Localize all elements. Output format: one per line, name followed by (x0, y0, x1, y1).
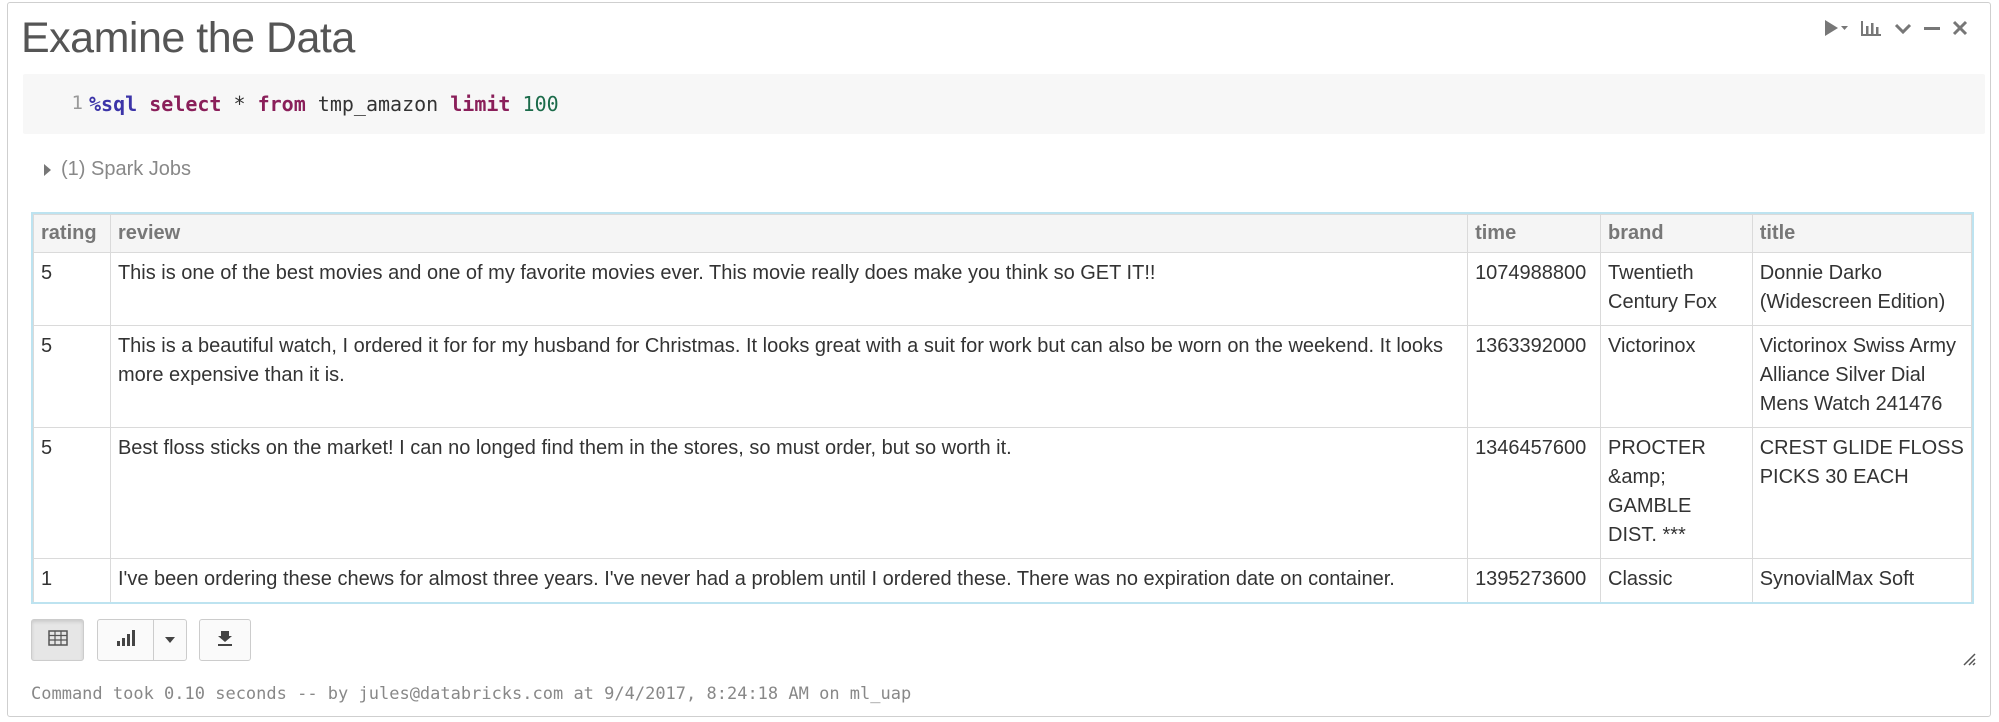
keyword-select: select (149, 92, 222, 116)
column-header-title[interactable]: title (1751, 214, 1972, 253)
resize-handle-icon[interactable] (1962, 652, 1976, 671)
plot-type-dropdown[interactable] (154, 620, 186, 660)
table-row: 5 Best floss sticks on the market! I can… (33, 427, 1972, 559)
chart-icon[interactable] (1859, 18, 1883, 38)
code-star: * (221, 92, 258, 116)
caret-right-icon (44, 163, 51, 176)
minimize-icon[interactable] (1923, 18, 1941, 38)
download-icon (216, 629, 234, 652)
table-icon (47, 629, 68, 651)
code-editor[interactable]: 1 %sql select * from tmp_amazon limit 10… (23, 74, 1985, 134)
table-header-row: rating review time brand title (33, 214, 1972, 253)
results-table-container[interactable]: rating review time brand title 5 This is… (31, 212, 1974, 604)
column-header-time[interactable]: time (1467, 214, 1601, 253)
table-name: tmp_amazon (305, 92, 451, 116)
cell-time: 1074988800 (1467, 252, 1601, 326)
cell-review: Best floss sticks on the market! I can n… (109, 427, 1469, 559)
close-icon[interactable] (1951, 18, 1969, 38)
cell-time: 1395273600 (1467, 558, 1601, 602)
column-header-review[interactable]: review (109, 214, 1469, 253)
keyword-limit: limit (450, 92, 511, 116)
cell-review: This is one of the best movies and one o… (109, 252, 1469, 326)
plot-button[interactable] (98, 620, 154, 660)
cell-rating: 5 (33, 252, 111, 326)
column-header-brand[interactable]: brand (1600, 214, 1753, 253)
caret-down-icon (164, 631, 176, 649)
download-button[interactable] (199, 619, 251, 661)
results-table: rating review time brand title 5 This is… (33, 214, 1972, 602)
code-line[interactable]: %sql select * from tmp_amazon limit 100 (89, 92, 559, 116)
cell-title: CREST GLIDE FLOSS PICKS 30 EACH (1751, 427, 1972, 559)
cell-review: This is a beautiful watch, I ordered it … (109, 325, 1469, 428)
command-status: Command took 0.10 seconds -- by jules@da… (31, 684, 912, 704)
run-icon[interactable] (1823, 18, 1849, 38)
spark-jobs-label: (1) Spark Jobs (61, 158, 192, 180)
cell-title: Donnie Darko (Widescreen Edition) (1751, 252, 1972, 326)
cell-title: Victorinox Swiss Army Alliance Silver Di… (1751, 325, 1972, 428)
cell-title: SynovialMax Soft (1751, 558, 1972, 602)
cell-rating: 5 (33, 325, 111, 428)
table-row: 5 This is a beautiful watch, I ordered i… (33, 325, 1972, 428)
cell-brand: Twentieth Century Fox (1600, 252, 1753, 326)
cell-brand: Victorinox (1600, 325, 1753, 428)
table-row: 1 I've been ordering these chews for alm… (33, 558, 1972, 602)
column-header-rating[interactable]: rating (33, 214, 111, 253)
table-view-button[interactable] (31, 619, 84, 661)
table-row: 5 This is one of the best movies and one… (33, 252, 1972, 326)
cell-time: 1346457600 (1467, 427, 1601, 559)
cell-actions (1823, 18, 1969, 38)
cell-time: 1363392000 (1467, 325, 1601, 428)
editor-gutter: 1 (23, 74, 85, 134)
keyword-from: from (257, 92, 306, 116)
cell-rating: 1 (33, 558, 111, 602)
cell-brand: Classic (1600, 558, 1753, 602)
bar-chart-icon (115, 629, 137, 652)
line-number: 1 (71, 92, 83, 114)
cell-review: I've been ordering these chews for almos… (109, 558, 1469, 602)
chevron-down-icon[interactable] (1893, 18, 1913, 38)
sql-magic: %sql (89, 92, 138, 116)
spark-jobs-toggle[interactable]: (1) Spark Jobs (44, 158, 191, 181)
cell-brand: PROCTER &amp; GAMBLE DIST. *** (1600, 427, 1753, 559)
plot-options-group (97, 619, 187, 661)
cell-title: Examine the Data (21, 14, 355, 62)
cell-rating: 5 (33, 427, 111, 559)
limit-value: 100 (522, 92, 559, 116)
